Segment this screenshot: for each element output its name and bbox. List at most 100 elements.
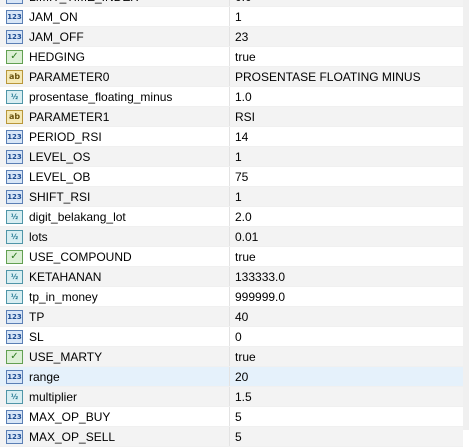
parameter-row[interactable]: 123 JAM_ON 1 [0,7,463,27]
integer-type-icon: 123 [6,129,23,144]
parameter-value[interactable]: 0.01 [230,227,463,246]
parameter-row[interactable]: ½ prosentase_floating_minus 1.0 [0,87,463,107]
parameter-row[interactable]: ½ lots 0.01 [0,227,463,247]
string-type-icon: ab [6,69,23,84]
parameter-value[interactable]: 40 [230,307,463,326]
parameter-value[interactable]: 1 [230,7,463,26]
parameter-row[interactable]: ✓ USE_MARTY true [0,347,463,367]
parameter-row[interactable]: 123 SL 0 [0,327,463,347]
parameter-value[interactable]: 75 [230,167,463,186]
integer-type-icon: 123 [6,0,23,4]
parameter-name: tp_in_money [29,289,98,304]
parameter-row[interactable]: ½ multiplier 1.5 [0,387,463,407]
parameter-value[interactable]: 2.0 [230,207,463,226]
parameter-value[interactable]: 0.0 [230,0,463,6]
parameter-name-cell: ab PARAMETER1 [0,107,230,126]
parameter-row[interactable]: 123 LEVEL_OS 1 [0,147,463,167]
double-type-icon: ½ [6,89,23,104]
integer-type-icon: 123 [6,29,23,44]
parameter-value[interactable]: RSI [230,107,463,126]
integer-type-icon: 123 [6,169,23,184]
parameter-value[interactable]: 133333.0 [230,267,463,286]
double-type-icon: ½ [6,389,23,404]
double-type-icon: ½ [6,229,23,244]
parameter-name: MAX_OP_BUY [29,409,111,424]
parameter-name-cell: ab PARAMETER0 [0,67,230,86]
integer-type-icon: 123 [6,149,23,164]
parameter-value[interactable]: 14 [230,127,463,146]
parameter-row[interactable]: 123 JAM_OFF 23 [0,27,463,47]
parameter-name: LEVEL_OS [29,149,91,164]
parameter-name-cell: ½ KETAHANAN [0,267,230,286]
parameter-name-cell: ½ tp_in_money [0,287,230,306]
parameter-name-cell: ✓ USE_MARTY [0,347,230,366]
integer-type-icon: 123 [6,189,23,204]
parameter-value[interactable]: 23 [230,27,463,46]
bool-type-icon: ✓ [6,49,23,64]
parameter-row[interactable]: ½ digit_belakang_lot 2.0 [0,207,463,227]
parameter-row[interactable]: ab PARAMETER1 RSI [0,107,463,127]
parameter-row[interactable]: 123 SHIFT_RSI 1 [0,187,463,207]
parameter-value[interactable]: true [230,347,463,366]
parameter-name-cell: ✓ USE_COMPOUND [0,247,230,266]
parameter-row[interactable]: ½ tp_in_money 999999.0 [0,287,463,307]
parameter-name-cell: 123 TP [0,307,230,326]
parameter-row[interactable]: 123 LEVEL_OB 75 [0,167,463,187]
integer-type-icon: 123 [6,409,23,424]
parameter-value[interactable]: true [230,247,463,266]
parameter-name-cell: 123 MAX_OP_BUY [0,407,230,426]
parameter-name-cell: 123 JAM_OFF [0,27,230,46]
bool-type-icon: ✓ [6,349,23,364]
parameter-name: SHIFT_RSI [29,189,91,204]
parameter-name: PARAMETER0 [29,69,110,84]
integer-type-icon: 123 [6,429,23,444]
parameter-name: prosentase_floating_minus [29,89,173,104]
parameter-name: digit_belakang_lot [29,209,126,224]
parameter-name: PERIOD_RSI [29,129,102,144]
parameter-name: PARAMETER1 [29,109,110,124]
parameter-row[interactable]: 123 MAX_OP_SELL 5 [0,427,463,447]
parameter-row[interactable]: 123 PERIOD_RSI 14 [0,127,463,147]
parameter-row[interactable]: ✓ HEDGING true [0,47,463,67]
parameter-name-cell: 123 LEVEL_OB [0,167,230,186]
parameter-value[interactable]: 0 [230,327,463,346]
parameter-row[interactable]: 123 MAX_OP_BUY 5 [0,407,463,427]
vertical-scrollbar[interactable] [463,0,469,430]
parameter-name: JAM_ON [29,9,78,24]
parameter-name-cell: 123 JAM_ON [0,7,230,26]
parameter-value[interactable]: 20 [230,367,463,386]
parameter-name-cell: 123 LEVEL_OS [0,147,230,166]
parameter-value[interactable]: 1.0 [230,87,463,106]
parameter-name-cell: 123 SHIFT_RSI [0,187,230,206]
parameter-row[interactable]: 123 LIMIT_TIME_INDEX 0.0 [0,0,463,7]
parameter-name-cell: ½ lots [0,227,230,246]
parameter-value[interactable]: 999999.0 [230,287,463,306]
parameter-name: KETAHANAN [29,269,102,284]
parameter-row[interactable]: ✓ USE_COMPOUND true [0,247,463,267]
double-type-icon: ½ [6,269,23,284]
parameter-name: MAX_OP_SELL [29,429,116,444]
parameter-name: TP [29,309,45,324]
parameter-row[interactable]: 123 range 20 [0,367,463,387]
parameter-name: HEDGING [29,49,86,64]
parameter-value[interactable]: PROSENTASE FLOATING MINUS [230,67,463,86]
parameter-value[interactable]: true [230,47,463,66]
parameter-name-cell: ½ prosentase_floating_minus [0,87,230,106]
parameter-name: LIMIT_TIME_INDEX [29,0,138,4]
parameter-row[interactable]: 123 TP 40 [0,307,463,327]
parameter-value[interactable]: 1 [230,187,463,206]
parameter-value[interactable]: 1 [230,147,463,166]
string-type-icon: ab [6,109,23,124]
parameter-row[interactable]: ab PARAMETER0 PROSENTASE FLOATING MINUS [0,67,463,87]
parameter-name: LEVEL_OB [29,169,91,184]
parameter-name-cell: ½ multiplier [0,387,230,406]
parameter-name: range [29,369,60,384]
parameter-row[interactable]: ½ KETAHANAN 133333.0 [0,267,463,287]
parameter-name: USE_MARTY [29,349,103,364]
parameter-name-cell: 123 LIMIT_TIME_INDEX [0,0,230,6]
parameter-name: JAM_OFF [29,29,84,44]
parameter-value[interactable]: 5 [230,407,463,426]
parameter-value[interactable]: 1.5 [230,387,463,406]
inputs-grid: 123LIMIT_TIME_INDEX0.0123JAM_ON1123JAM_O… [0,0,463,447]
parameter-name-cell: 123 range [0,367,230,386]
